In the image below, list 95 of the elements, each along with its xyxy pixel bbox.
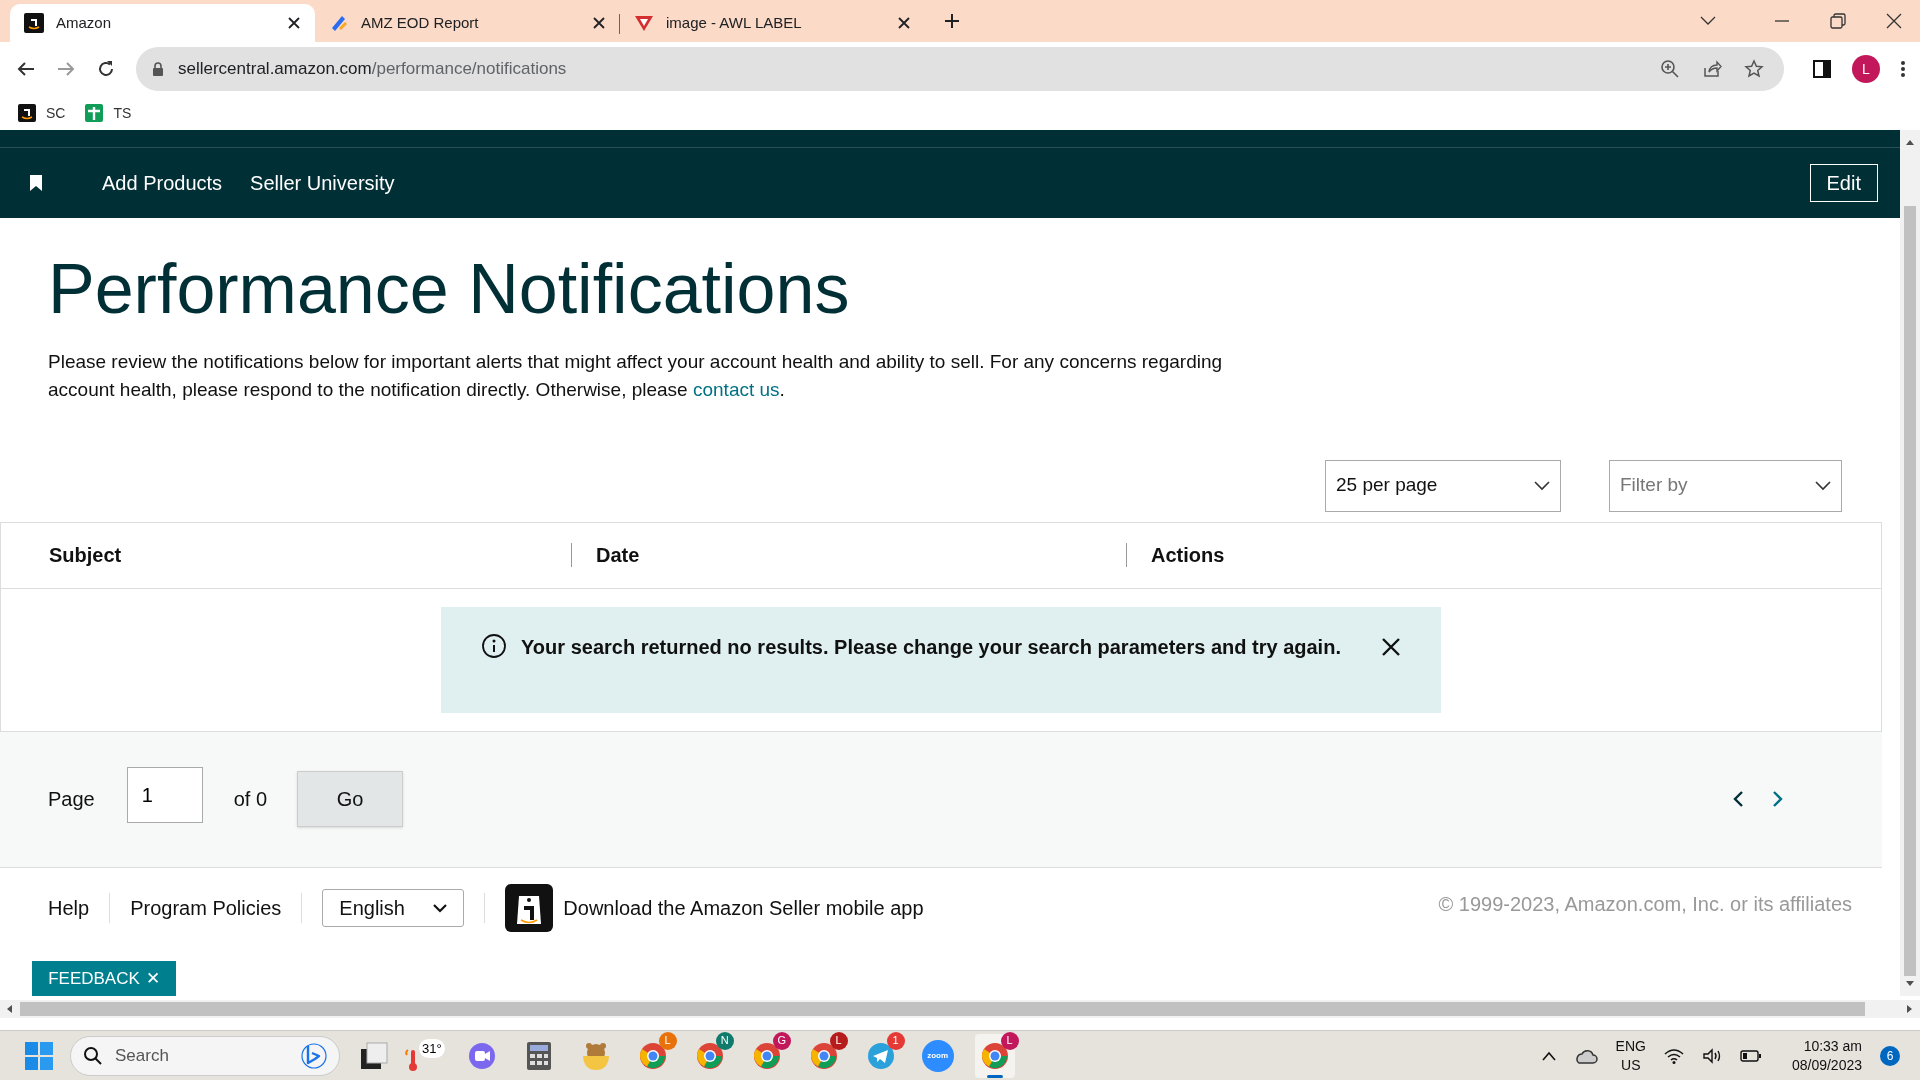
clock[interactable]: 10:33 am 08/09/2023 [1791,1036,1862,1075]
video-camera-icon [466,1040,497,1071]
horizontal-scrollbar[interactable] [0,1000,1920,1018]
address-bar[interactable]: sellercentral.amazon.com/performance/notifications [136,47,1784,91]
pencil-stripes-icon [329,13,349,33]
zoom-icon[interactable] [1660,59,1680,79]
page-count: of 0 [233,787,268,813]
previous-icon[interactable] [1732,790,1744,809]
nav-link[interactable]: Seller University [250,168,395,198]
letter-b-icon [301,1042,327,1069]
chevron-down-icon [433,903,448,913]
next-icon[interactable] [1772,790,1784,809]
new-tab-icon[interactable] [942,11,962,31]
search-placeholder: Search [115,1044,170,1067]
chevron-down-icon[interactable] [1700,16,1716,26]
tab-title: Amazon [56,12,113,33]
bookmark[interactable]: SC [18,102,66,124]
calculator-icon [525,1040,552,1071]
triangle-logo-icon [634,13,654,33]
app-badge: L [829,1031,848,1050]
bookmark-icon[interactable] [30,175,42,191]
restore-icon[interactable] [1830,13,1846,29]
scrollbar-thumb[interactable] [20,1002,1865,1016]
language-select[interactable]: English [322,889,465,928]
notification-badge[interactable]: 6 [1880,1045,1900,1066]
speaker-icon[interactable] [1701,1047,1722,1064]
alert-message: Your search returned no results. Please change your search parameters and try again. [521,634,1342,660]
footer-link[interactable]: Help [48,893,90,924]
language-indicator[interactable]: ENG US [1615,1036,1646,1075]
lock-icon [152,62,164,76]
app-badge: L [658,1031,677,1050]
menu-icon[interactable] [1900,59,1906,79]
bear-in-bowl-icon [580,1040,611,1071]
chevron-up-icon[interactable] [1541,1050,1556,1061]
taskbar-search[interactable]: Search [70,1035,340,1076]
column-header[interactable]: Actions [1151,540,1225,570]
filter-select[interactable]: Filter by [1609,459,1842,512]
column-header[interactable]: Subject [49,540,122,570]
close-icon[interactable] [1381,636,1401,657]
scrollbar-thumb[interactable] [1904,206,1916,976]
url-text: sellercentral.amazon.com/performance/notifications [178,58,568,81]
per-page-select[interactable]: 25 per page [1325,459,1561,512]
reload-icon[interactable] [96,59,116,79]
description-text: Please review the notifications below for important alerts that might affect your account health and ability to sell. For any concerns regarding account health, please respond to the notification directly. Otherwise, please contact us. [48,349,1224,402]
scroll-right-icon[interactable] [1906,1004,1914,1014]
vertical-scrollbar[interactable] [1900,130,1920,996]
scroll-up-icon[interactable] [1905,138,1915,146]
bookmark[interactable]: TS [85,102,132,124]
info-icon [481,632,507,659]
tab-title: image - AWL LABEL [666,12,803,33]
weather-widget[interactable]: 31° [405,1038,445,1073]
browser-tab[interactable]: Amazon [10,4,315,42]
page-input[interactable]: 1 [126,767,203,824]
copyright-text: © 1999-2023, Amazon.com, Inc. or its affiliates [1438,892,1852,918]
shopping-tag-icon[interactable] [505,884,554,933]
go-button[interactable]: Go [297,771,404,828]
chevron-down-icon [1534,480,1550,491]
cloud-icon[interactable] [1573,1047,1598,1064]
search-icon [83,1045,103,1066]
windows-start-icon[interactable] [24,1040,54,1071]
page-label: Page [48,787,95,813]
side-panel-icon[interactable] [1812,59,1832,79]
nav-link[interactable]: Add Products [102,168,223,198]
close-icon[interactable] [1886,13,1902,29]
amazon-logo-icon [18,104,36,122]
edit-button[interactable]: Edit [1809,164,1878,202]
app-download-link[interactable]: Download the Amazon Seller mobile app [563,893,924,924]
column-header[interactable]: Date [596,540,640,570]
feedback-button[interactable]: FEEDBACK ✕ [32,960,176,996]
browser-tab[interactable]: AMZ EOD Report [315,4,620,42]
share-icon[interactable] [1702,59,1722,79]
chevron-down-icon [1815,480,1831,491]
app-badge: 1 [886,1031,905,1050]
cross-icon [85,104,104,122]
star-icon[interactable] [1744,59,1764,79]
page-title: Performance Notifications [48,249,851,330]
footer-link[interactable]: Program Policies [130,893,282,924]
tab-title: AMZ EOD Report [361,12,480,33]
scroll-down-icon[interactable] [1905,980,1915,988]
contact-link[interactable]: contact us [693,378,780,400]
close-icon[interactable] [897,16,911,30]
app-badge: G [772,1031,791,1050]
scroll-left-icon[interactable] [5,1004,13,1014]
amazon-logo-icon [24,13,44,33]
wifi-icon[interactable] [1663,1047,1684,1064]
close-icon[interactable]: ✕ [145,965,160,991]
battery-icon[interactable] [1739,1048,1762,1063]
task-view-icon[interactable] [360,1041,388,1070]
profile-avatar[interactable]: L [1852,55,1880,83]
temperature-text: 31° [419,1038,445,1058]
close-icon[interactable] [592,16,606,30]
browser-tab[interactable]: image - AWL LABEL [620,4,925,42]
app-badge: N [715,1031,734,1050]
close-icon[interactable] [287,16,301,30]
app-badge: L [1000,1031,1019,1050]
